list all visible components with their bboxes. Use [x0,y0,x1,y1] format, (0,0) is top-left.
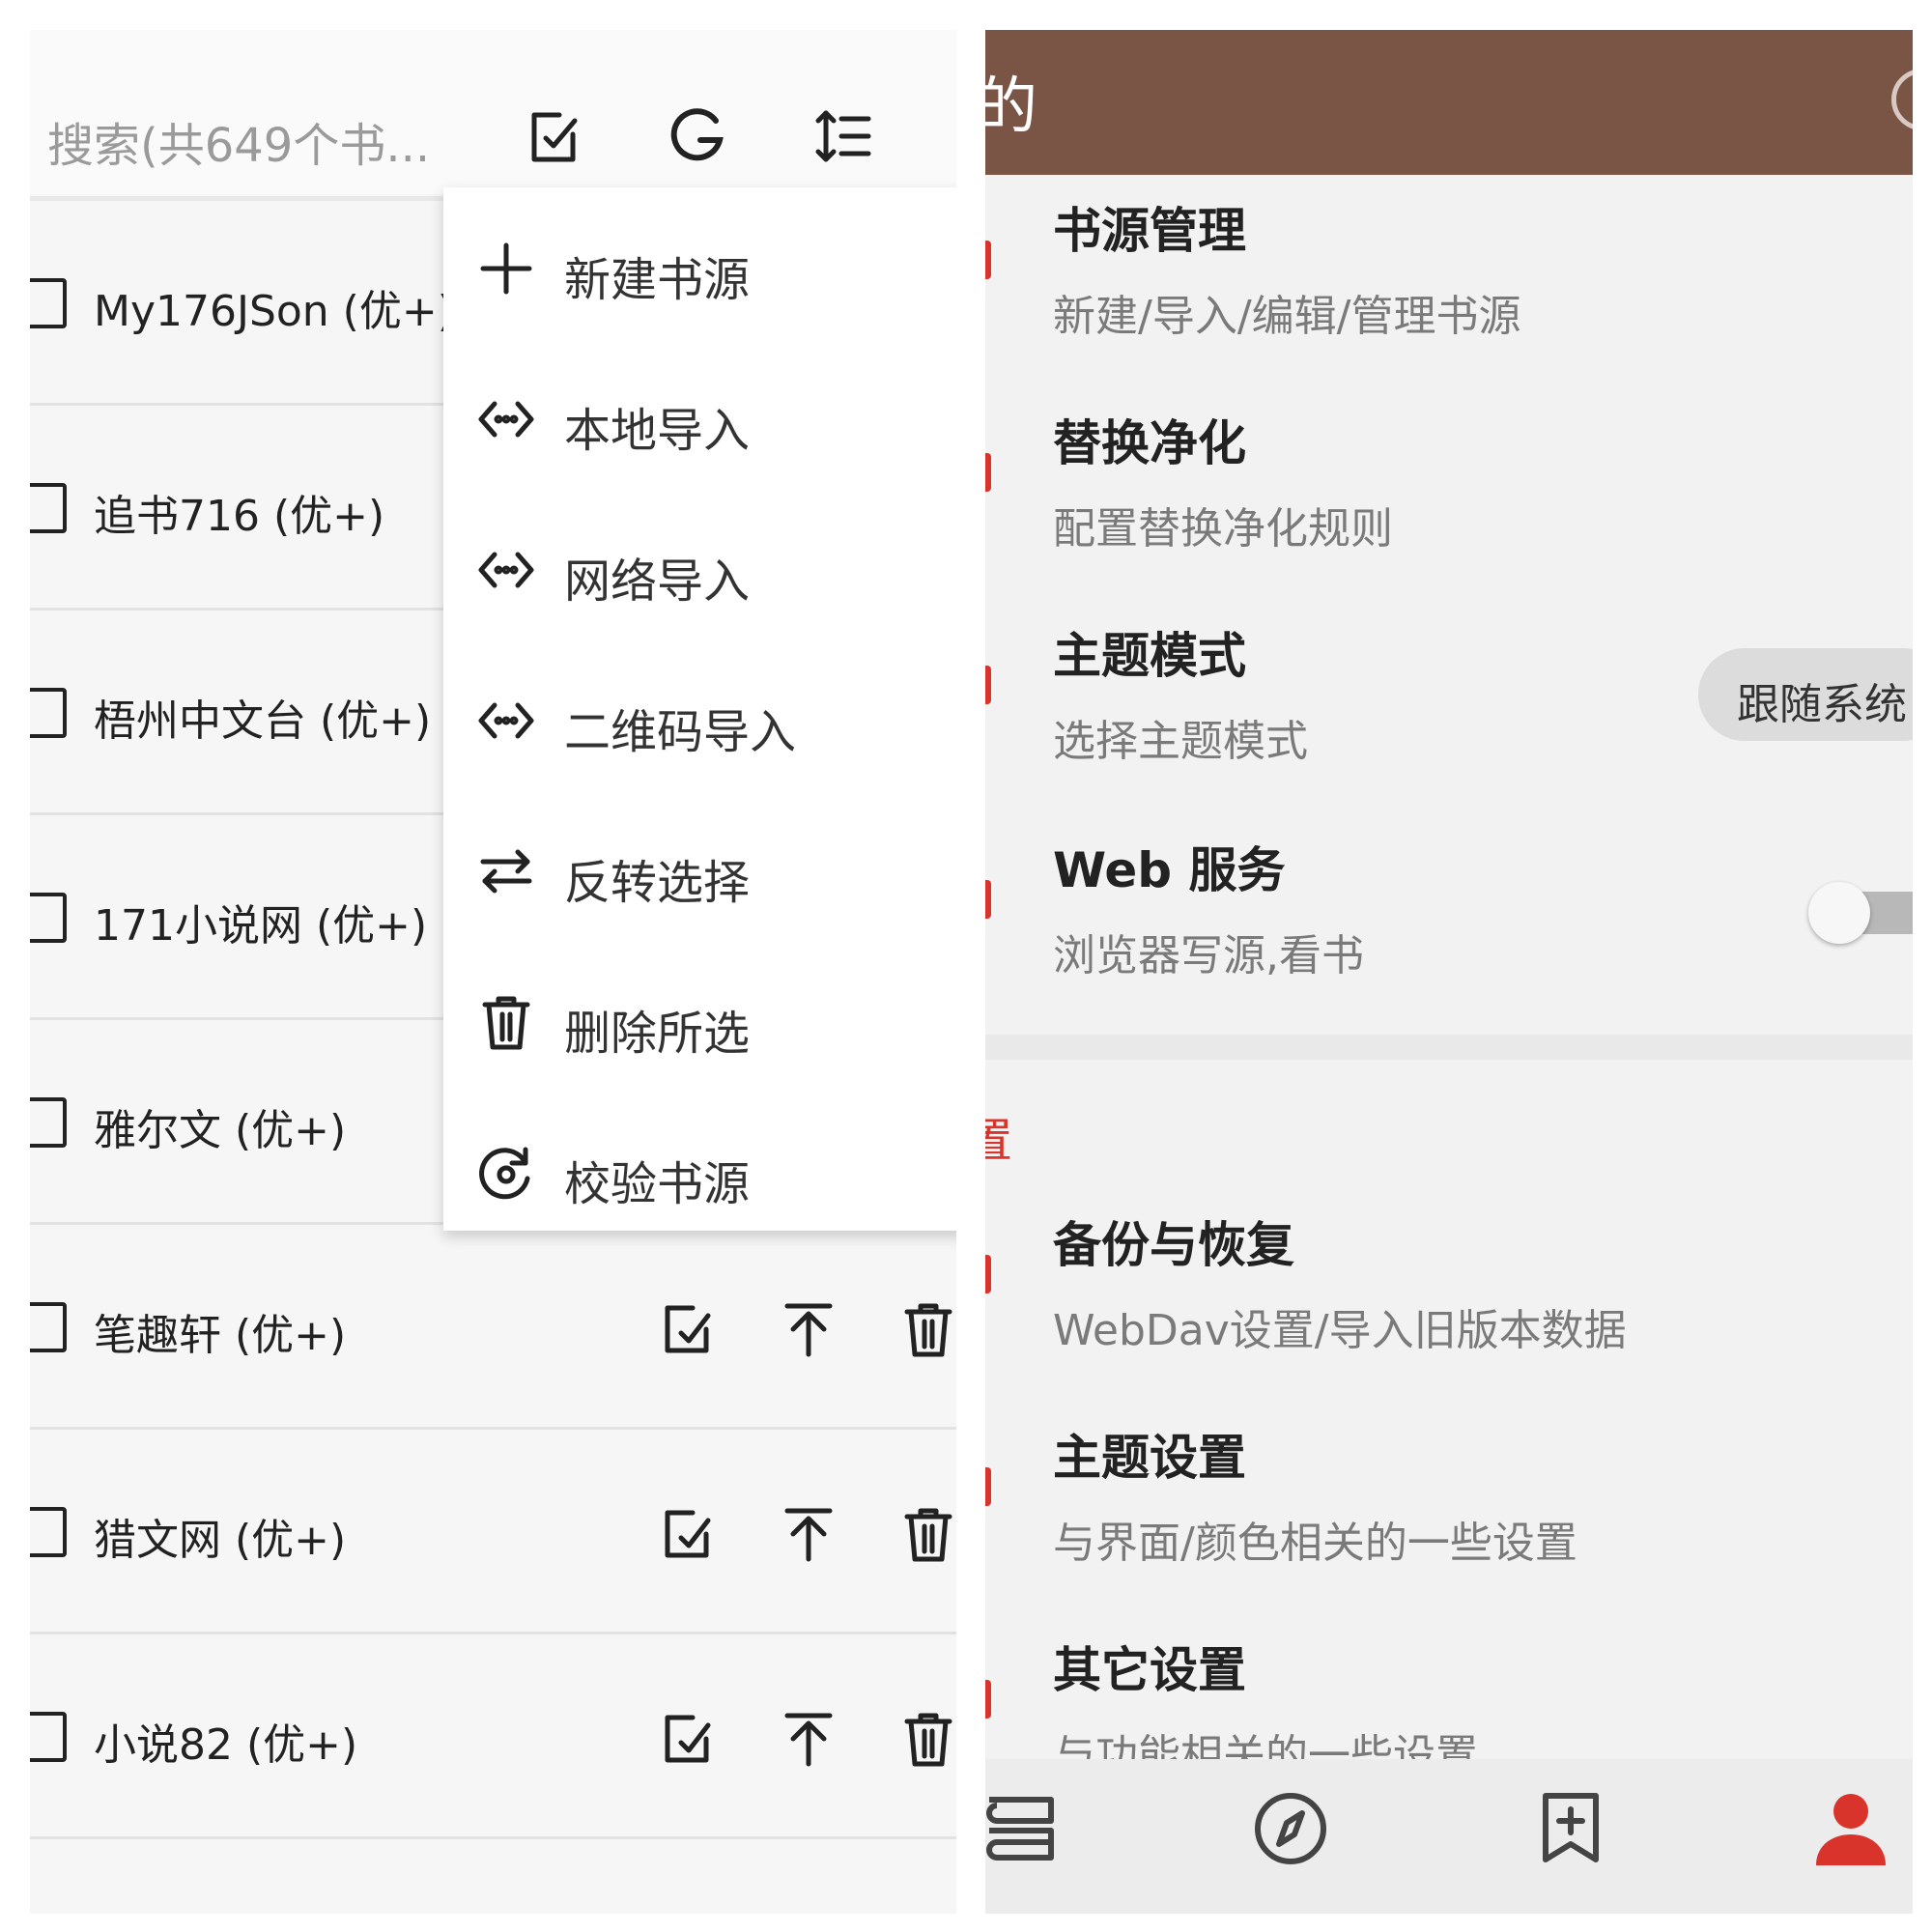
screenshot-canvas: 搜索(共649个书... My176JSon (优+) 追书716 (优+) 梧州中… [0,0,1932,1932]
g-icon[interactable] [668,105,729,167]
setting-item[interactable]: 书源管理新建/导入/编辑/管理书源 [985,192,1913,405]
source-name: 雅尔文 (优+) [94,1106,347,1155]
setting-indicator [985,453,991,492]
setting-subtitle: 配置替换净化规则 [1053,504,1393,554]
page-title: 的 [985,71,1037,143]
setting-item[interactable]: 主题设置与界面/颜色相关的一些设置 [985,1419,1913,1632]
menu-item[interactable]: 校验书源 [443,1095,956,1246]
setting-title: 主题模式 [1053,628,1246,684]
setting-title: 主题设置 [1053,1430,1246,1486]
setting-title: 书源管理 [1053,203,1246,259]
setting-title: 替换净化 [1053,415,1246,471]
setting-subtitle: WebDav设置/导入旧版本数据 [1053,1306,1627,1355]
menu-item-label: 网络导入 [564,554,751,609]
setting-subtitle: 选择主题模式 [1053,717,1308,766]
setting-item[interactable]: 备份与恢复 WebDav设置/导入旧版本数据 [985,1207,1913,1419]
setting-item[interactable]: Web 服务浏览器写源,看书 [985,832,1913,1044]
plus-icon [477,240,535,298]
book-source-screen: 搜索(共649个书... My176JSon (优+) 追书716 (优+) 梧州中… [30,30,956,1914]
source-name: My176JSon (优+) [94,287,454,336]
source-checkbox[interactable] [30,1302,67,1352]
app-bar: 的 [985,30,1913,175]
source-name: 梧州中文台 (优+) [94,696,432,746]
source-row[interactable]: 猎文网 (优+) [30,1430,956,1634]
theme-mode-value-label: 跟随系统 [1737,680,1907,729]
move-to-top-icon[interactable] [781,1505,836,1563]
edit-icon[interactable] [660,1300,714,1358]
my-settings-screen: 的 书源管理新建/导入/编辑/管理书源替换净化配置替换净化规则主题模式选择主题模… [985,30,1913,1914]
trash-icon [477,993,535,1051]
trash-icon[interactable] [901,1710,955,1768]
edit-icon[interactable] [523,105,584,167]
trash-icon[interactable] [901,1300,955,1358]
source-checkbox[interactable] [30,278,67,328]
menu-item-label: 反转选择 [564,856,751,910]
move-to-top-icon[interactable] [781,1710,836,1768]
source-checkbox[interactable] [30,893,67,943]
source-name: 小说82 (优+) [94,1720,358,1770]
source-name: 笔趣轩 (优+) [94,1311,347,1360]
bottom-nav [985,1759,1913,1914]
source-checkbox[interactable] [30,688,67,738]
setting-subtitle: 与界面/颜色相关的一些设置 [1053,1519,1577,1568]
source-checkbox[interactable] [30,1712,67,1762]
swap-icon [477,842,535,900]
menu-item-label: 新建书源 [564,253,751,307]
web-service-switch-thumb[interactable] [1808,882,1870,944]
source-row[interactable]: 笔趣轩 (优+) [30,1225,956,1430]
sort-icon[interactable] [812,105,874,167]
source-name: 猎文网 (优+) [94,1516,347,1565]
setting-indicator [985,1680,991,1719]
menu-item[interactable]: 新建书源 [443,191,956,342]
setting-indicator [985,666,991,704]
setting-indicator [985,1255,991,1293]
setting-title: 备份与恢复 [1053,1217,1294,1273]
compass-icon[interactable] [1246,1784,1335,1873]
setting-title: 其它设置 [1053,1642,1246,1698]
menu-item[interactable]: 网络导入 [443,493,956,643]
setting-indicator [985,241,991,279]
setting-indicator [985,1467,991,1506]
group-divider [985,1035,1913,1060]
menu-item-label: 校验书源 [564,1157,751,1211]
menu-item-label: 删除所选 [564,1007,751,1061]
source-checkbox[interactable] [30,1097,67,1148]
menu-item-label: 本地导入 [564,404,751,458]
bookmark-add-icon[interactable] [1526,1784,1615,1873]
move-to-top-icon[interactable] [781,1300,836,1358]
source-name: 171小说网 (优+) [94,901,428,951]
toolbar: 搜索(共649个书... [30,30,956,194]
setting-item[interactable]: 替换净化配置替换净化规则 [985,405,1913,617]
menu-item[interactable]: 反转选择 [443,794,956,945]
setting-indicator [985,880,991,919]
person-icon[interactable] [1806,1784,1895,1873]
menu-item[interactable]: 本地导入 [443,342,956,493]
source-checkbox[interactable] [30,1507,67,1557]
code-import-icon [477,541,535,599]
code-import-icon [477,692,535,750]
theme-mode-value[interactable]: 跟随系统 [1698,648,1913,741]
popup-menu: 新建书源本地导入网络导入二维码导入反转选择删除所选校验书源 [443,187,956,1231]
refresh-check-icon [477,1144,535,1202]
edit-icon[interactable] [660,1710,714,1768]
menu-item-label: 二维码导入 [564,705,797,759]
setting-subtitle: 浏览器写源,看书 [1053,931,1364,980]
edit-icon[interactable] [660,1505,714,1563]
group-label: 置 [985,1114,1013,1168]
search-input[interactable]: 搜索(共649个书... [47,107,430,175]
trash-icon[interactable] [901,1505,955,1563]
setting-title: Web 服务 [1053,842,1286,898]
menu-item[interactable]: 删除所选 [443,945,956,1095]
menu-item[interactable]: 二维码导入 [443,643,956,794]
source-checkbox[interactable] [30,483,67,533]
source-name: 追书716 (优+) [94,492,385,541]
help-icon[interactable] [1891,69,1913,130]
bookshelf-icon[interactable] [985,1784,1065,1873]
source-row[interactable]: 小说82 (优+) [30,1634,956,1839]
code-import-icon [477,390,535,448]
setting-subtitle: 新建/导入/编辑/管理书源 [1053,292,1521,341]
